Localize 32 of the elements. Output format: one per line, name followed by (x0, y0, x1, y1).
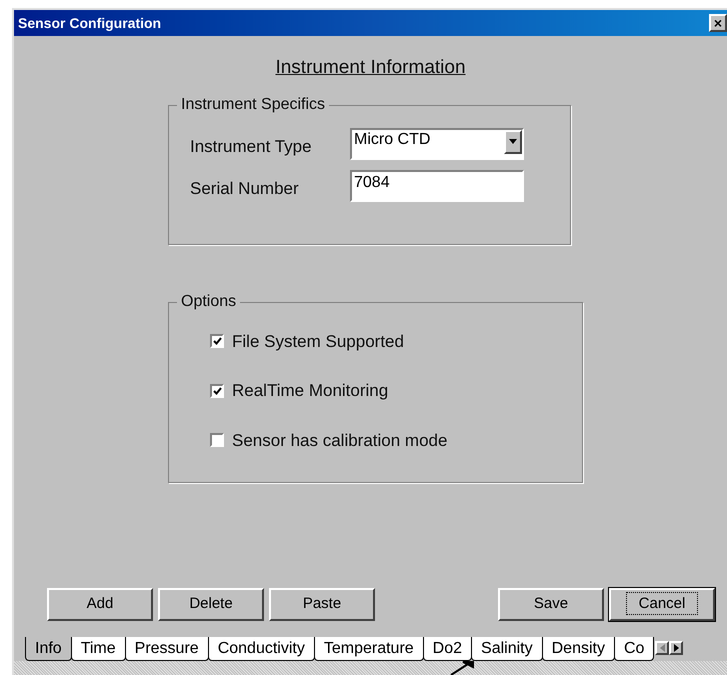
serial-number-field[interactable]: 7084 (350, 170, 524, 202)
checkbox-label: Sensor has calibration mode (232, 430, 448, 452)
push-button[interactable]: Paste (269, 588, 375, 621)
pointer-arrow-icon (450, 661, 474, 675)
scroll-left-icon[interactable] (655, 641, 670, 655)
push-button[interactable]: Add (47, 588, 153, 621)
checkbox-label: File System Supported (232, 330, 404, 352)
tab[interactable]: Info (25, 637, 72, 661)
scroll-right-icon[interactable] (669, 641, 684, 655)
field-label: Serial Number (190, 178, 300, 200)
default-button[interactable]: Cancel (609, 588, 715, 621)
group-legend: Options (177, 292, 240, 312)
tab[interactable]: Co (614, 637, 654, 661)
dropdown-field[interactable]: Micro CTD (350, 128, 524, 160)
checkbox-label: RealTime Monitoring (232, 380, 388, 402)
checkbox[interactable] (210, 433, 224, 448)
checkbox[interactable] (210, 384, 224, 398)
tab[interactable]: Temperature (314, 637, 424, 661)
group-legend: Instrument Specifics (177, 94, 330, 114)
tab[interactable]: Time (70, 637, 126, 661)
checkbox[interactable] (210, 334, 224, 348)
tab[interactable]: Conductivity (208, 637, 315, 661)
tab[interactable]: Density (542, 637, 615, 661)
section-heading: Instrument Information (275, 56, 466, 80)
tab[interactable]: Pressure (124, 637, 209, 661)
tab[interactable]: Do2 (422, 637, 472, 661)
close-button[interactable]: × (709, 14, 727, 32)
window-title: Sensor Configuration (18, 14, 162, 33)
field-label: Instrument Type (190, 136, 313, 158)
push-button[interactable]: Delete (158, 588, 264, 621)
push-button[interactable]: Save (498, 588, 604, 621)
tab[interactable]: Salinity (471, 637, 543, 661)
